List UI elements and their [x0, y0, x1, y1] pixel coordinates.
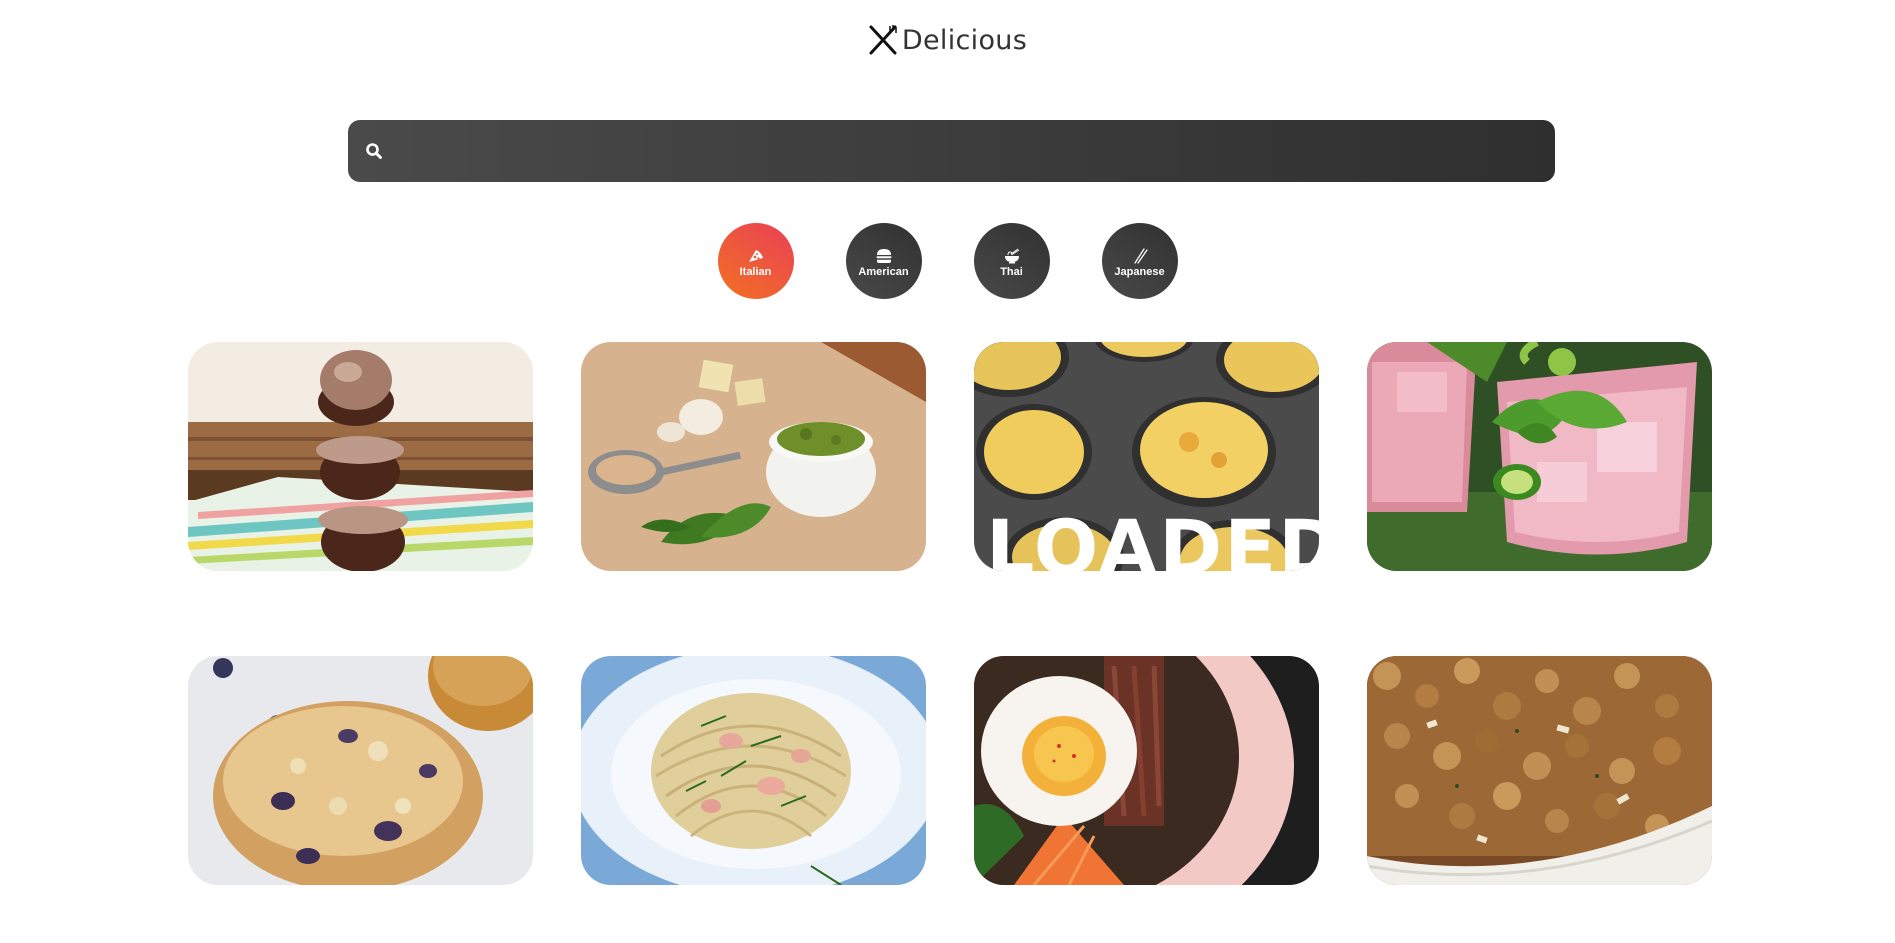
noodle-bowl-icon: [1004, 248, 1019, 264]
recipe-card[interactable]: [188, 656, 533, 885]
category-japanese[interactable]: Japanese: [1101, 223, 1178, 299]
category-label: Italian: [739, 266, 772, 278]
recipe-card[interactable]: [1367, 656, 1712, 885]
fork-knife-icon: [869, 25, 897, 55]
hamburger-icon: [876, 249, 891, 263]
category-label: Japanese: [1114, 266, 1165, 278]
recipe-card[interactable]: [974, 656, 1319, 885]
logo[interactable]: Delicious: [0, 24, 1895, 56]
recipe-card[interactable]: LOADED: [974, 342, 1319, 571]
recipe-image: [581, 656, 926, 885]
category-label: American: [858, 266, 909, 278]
chopsticks-icon: [1133, 248, 1148, 264]
recipe-image: [974, 656, 1319, 885]
logo-text: Delicious: [901, 24, 1028, 56]
recipe-image: [188, 656, 533, 885]
search-bar[interactable]: [348, 119, 1555, 183]
recipe-image: [1367, 342, 1712, 571]
category-list: Italian American Thai Japanese: [0, 223, 1895, 299]
recipe-card[interactable]: [1367, 342, 1712, 571]
pizza-icon: [748, 250, 763, 262]
page: Delicious Italian American Thai Japanese…: [0, 0, 1895, 943]
recipe-overlay-text: LOADED: [986, 503, 1319, 571]
recipe-image: [581, 342, 926, 571]
category-label: Thai: [1000, 266, 1023, 278]
recipe-card[interactable]: [188, 342, 533, 571]
recipe-image: [188, 342, 533, 571]
recipe-card[interactable]: [581, 342, 926, 571]
search-icon: [362, 139, 386, 163]
category-thai[interactable]: Thai: [973, 223, 1050, 299]
recipe-image: [1367, 656, 1712, 885]
category-american[interactable]: American: [845, 223, 922, 299]
recipe-image: LOADED: [974, 342, 1319, 571]
recipe-grid: LOADED: [188, 342, 1712, 885]
category-italian[interactable]: Italian: [717, 223, 794, 299]
recipe-card[interactable]: [581, 656, 926, 885]
search-input[interactable]: [386, 119, 1555, 183]
